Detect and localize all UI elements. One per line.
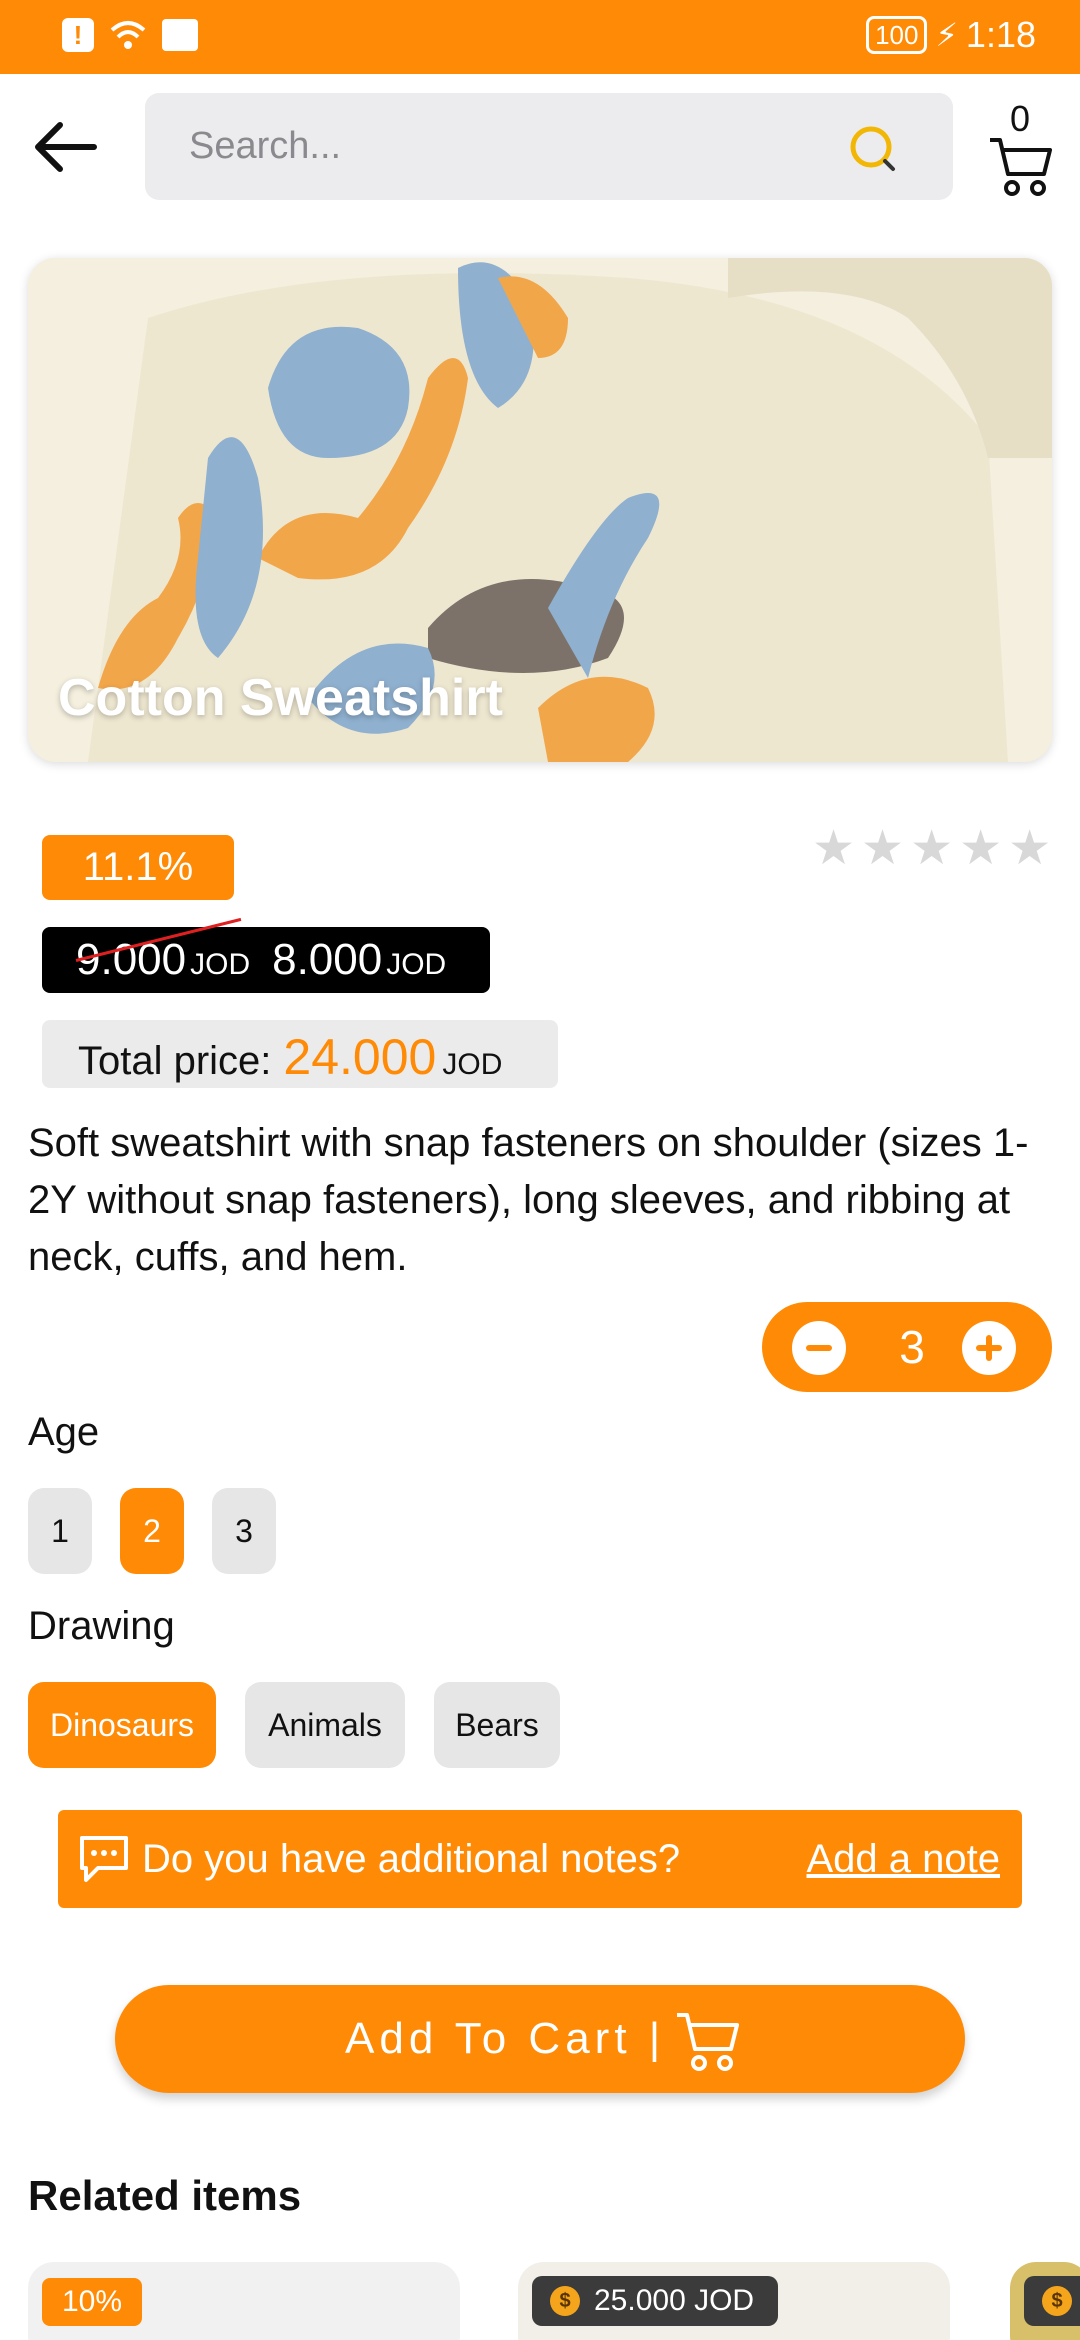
quantity-stepper: 3 <box>762 1302 1052 1392</box>
total-price-label: Total price: <box>78 1039 272 1083</box>
product-description: Soft sweatshirt with snap fasteners on s… <box>28 1121 1029 1279</box>
discount-badge: 11.1% <box>42 835 234 900</box>
add-to-cart-label: Add To Cart | <box>345 2014 666 2063</box>
status-time: 1:18 <box>965 14 1036 55</box>
drawing-label: Drawing <box>28 1604 175 1648</box>
total-price-currency: JOD <box>442 1048 503 1081</box>
rating-stars[interactable]: ★ ★ ★ ★ ★ <box>812 820 1051 876</box>
add-note-link[interactable]: Add a note <box>807 1810 1001 1908</box>
related-items-title: Related items <box>28 2172 302 2219</box>
related-item-card[interactable]: 10% <box>28 2262 460 2340</box>
alert-icon: ! <box>62 18 94 52</box>
star-icon[interactable]: ★ <box>1008 820 1051 876</box>
cart-button[interactable]: 0 <box>980 98 1060 202</box>
price-box: 9.000 JOD 8.000 JOD <box>42 927 490 993</box>
age-option-2[interactable]: 2 <box>120 1488 184 1574</box>
back-button[interactable] <box>30 110 104 184</box>
increase-quantity-button[interactable] <box>962 1321 1016 1375</box>
add-to-cart-button[interactable]: Add To Cart | <box>115 1985 965 2093</box>
star-icon[interactable]: ★ <box>959 820 1002 876</box>
wifi-icon <box>110 21 146 49</box>
total-price-box: Total price: 24.000 JOD <box>42 1020 558 1088</box>
star-icon[interactable]: ★ <box>910 820 953 876</box>
drawing-option-dinosaurs[interactable]: Dinosaurs <box>28 1682 216 1768</box>
search-icon[interactable] <box>847 123 901 177</box>
charging-icon: ⚡ <box>935 17 958 53</box>
status-icons-right: 100 ⚡ 1:18 <box>866 14 1036 56</box>
old-price-currency: JOD <box>190 948 251 981</box>
search-bar <box>145 93 953 200</box>
status-icons-left: ! <box>62 18 198 52</box>
notes-question: Do you have additional notes? <box>142 1837 681 1881</box>
product-image[interactable]: Cotton Sweatshirt <box>28 258 1052 762</box>
cart-icon <box>990 138 1052 196</box>
age-option-1[interactable]: 1 <box>28 1488 92 1574</box>
star-icon[interactable]: ★ <box>812 820 855 876</box>
chat-bubble-icon <box>80 1836 128 1882</box>
related-item-card[interactable]: $ 25.000 JOD <box>518 2262 950 2340</box>
status-bar: ! 100 ⚡ 1:18 <box>0 0 1080 74</box>
cart-icon <box>677 2013 739 2071</box>
notification-icon <box>162 19 198 51</box>
total-price-value: 24.000 <box>283 1029 437 1085</box>
quantity-value: 3 <box>899 1321 925 1373</box>
old-price: 9.000 <box>76 935 187 984</box>
age-label: Age <box>28 1410 100 1454</box>
coin-icon: $ <box>550 2286 580 2316</box>
search-input[interactable] <box>189 93 809 200</box>
related-item-card[interactable]: $ <box>1010 2262 1080 2340</box>
drawing-option-animals[interactable]: Animals <box>245 1682 405 1768</box>
star-icon[interactable]: ★ <box>861 820 904 876</box>
related-price-badge: $ 25.000 JOD <box>532 2276 779 2326</box>
related-price: 25.000 JOD <box>594 2284 755 2317</box>
arrow-left-icon <box>35 122 97 172</box>
additional-notes-bar: Do you have additional notes? Add a note <box>58 1810 1022 1908</box>
age-option-3[interactable]: 3 <box>212 1488 276 1574</box>
battery-indicator: 100 <box>866 16 928 54</box>
new-price-currency: JOD <box>386 948 447 981</box>
drawing-option-bears[interactable]: Bears <box>434 1682 560 1768</box>
new-price: 8.000 <box>272 935 383 984</box>
product-title: Cotton Sweatshirt <box>58 669 503 727</box>
related-price-badge: $ <box>1024 2276 1080 2326</box>
coin-icon: $ <box>1042 2286 1072 2316</box>
related-discount-badge: 10% <box>42 2278 143 2326</box>
decrease-quantity-button[interactable] <box>792 1321 846 1375</box>
